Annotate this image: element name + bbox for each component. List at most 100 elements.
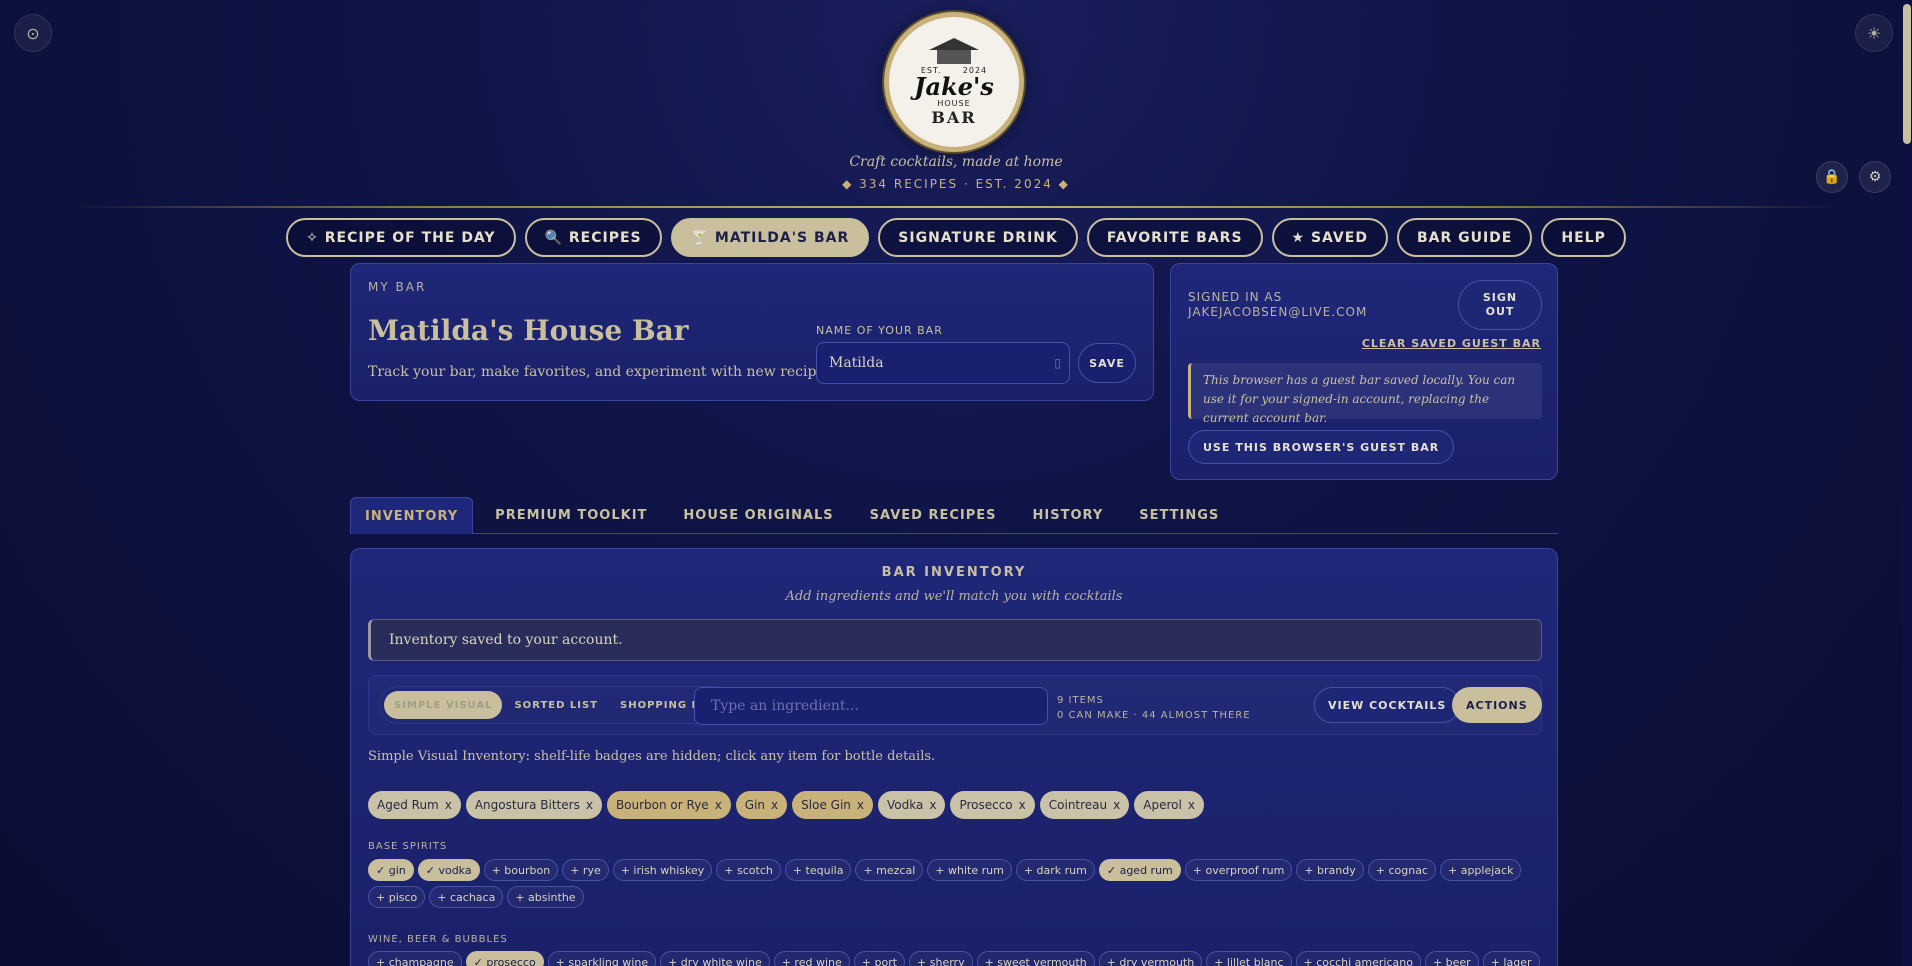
nav-favorite-bars[interactable]: FAVORITE BARS [1086, 218, 1263, 257]
tab-history[interactable]: HISTORY [1019, 497, 1118, 534]
ingredient-pill[interactable]: + port [853, 951, 906, 966]
ingredient-chip[interactable]: Angostura Bitters x [465, 791, 602, 819]
ingredient-pill[interactable]: + sherry [909, 951, 973, 966]
nav-bar-guide[interactable]: BAR GUIDE [1396, 218, 1533, 257]
tab-inventory[interactable]: INVENTORY [350, 497, 474, 534]
ingredient-pill[interactable]: + lager [1482, 951, 1540, 966]
remove-icon[interactable]: x [929, 798, 936, 812]
account-card: SIGNED IN AS JAKEJACOBSEN@LIVE.COM SIGN O… [1170, 263, 1558, 480]
ingredient-pill[interactable]: + tequila [784, 859, 852, 881]
tab-saved-recipes[interactable]: SAVED RECIPES [856, 497, 1011, 534]
remove-icon[interactable]: x [1019, 798, 1026, 812]
guest-bar-note: This browser has a guest bar saved local… [1188, 363, 1542, 425]
ingredient-pill[interactable]: + brandy [1296, 859, 1364, 881]
ingredient-pill[interactable]: + white rum [927, 859, 1012, 881]
nav-recipes[interactable]: 🔍 RECIPES [524, 218, 662, 257]
nav-signature-drink[interactable]: SIGNATURE DRINK [878, 218, 1078, 257]
selected-ingredients: Aged Rum x Angostura Bitters x Bourbon or … [368, 791, 1204, 819]
view-switcher: SIMPLE VISUAL SORTED LIST SHOPPING LIST [379, 686, 735, 724]
remove-icon[interactable]: x [715, 798, 722, 812]
nav-my-bar[interactable]: 🍸 MATILDA'S BAR [670, 218, 870, 257]
ingredient-pill[interactable]: + scotch [716, 859, 781, 881]
logo-name: Jake's [914, 71, 994, 101]
nav-recipe-of-the-day[interactable]: ✧ RECIPE OF THE DAY [286, 218, 516, 257]
bar-logo[interactable]: EST. 2024 Jake's HOUSE BAR [884, 12, 1024, 152]
tab-house-originals[interactable]: HOUSE ORIGINALS [669, 497, 847, 534]
ingredient-pill[interactable]: + rye [562, 859, 609, 881]
save-button[interactable]: SAVE [1078, 343, 1136, 383]
remove-icon[interactable]: x [1113, 798, 1120, 812]
ingredient-chip[interactable]: Aperol x [1134, 791, 1204, 819]
ingredient-pill[interactable]: + lillet blanc [1206, 951, 1292, 966]
ingredient-pill[interactable]: + overproof rum [1184, 859, 1293, 881]
ingredient-pill[interactable]: + red wine [773, 951, 850, 966]
recipe-stats: ◆ 334 RECIPES · EST. 2024 ◆ [842, 177, 1070, 191]
page-scrollbar[interactable] [1902, 0, 1912, 966]
ingredient-input[interactable]: Type an ingredient... [694, 687, 1048, 725]
inventory-toolbar: SIMPLE VISUAL SORTED LIST SHOPPING LIST … [368, 675, 1542, 735]
ingredient-chip[interactable]: Aged Rum x [368, 791, 461, 819]
ingredient-pill[interactable]: ✓ aged rum [1098, 859, 1181, 881]
remove-icon[interactable]: x [857, 798, 864, 812]
tab-settings[interactable]: SETTINGS [1125, 497, 1233, 534]
ingredient-pill[interactable]: + dry vermouth [1098, 951, 1203, 966]
remove-icon[interactable]: x [445, 798, 452, 812]
ingredient-pill[interactable]: + absinthe [507, 886, 584, 908]
ingredient-pill[interactable]: + irish whiskey [612, 859, 713, 881]
circle-dot-icon[interactable]: ⊙ [14, 14, 52, 52]
view-simple-visual[interactable]: SIMPLE VISUAL [384, 691, 503, 719]
wine-beer-list: + champagne ✓ prosecco + sparkling wine + d… [368, 951, 1548, 966]
ingredient-pill[interactable]: + beer [1424, 951, 1479, 966]
inventory-hint: Simple Visual Inventory: shelf-life badg… [368, 749, 936, 764]
remove-icon[interactable]: x [771, 798, 778, 812]
remove-icon[interactable]: x [586, 798, 593, 812]
ingredient-pill[interactable]: + bourbon [483, 859, 559, 881]
inventory-subheading: Add ingredients and we'll match you with… [785, 589, 1123, 604]
view-sorted-list[interactable]: SORTED LIST [504, 691, 608, 719]
section-eyebrow: MY BAR [368, 280, 427, 294]
ingredient-pill[interactable]: + cachaca [429, 886, 504, 908]
sign-out-button[interactable]: SIGN OUT [1458, 280, 1542, 330]
bar-name-label: NAME OF YOUR BAR [816, 324, 943, 337]
ingredient-pill[interactable]: + champagne [368, 951, 462, 966]
ingredient-chip[interactable]: Cointreau x [1039, 791, 1130, 819]
view-cocktails-button[interactable]: VIEW COCKTAILS [1314, 687, 1461, 723]
ingredient-chip[interactable]: Gin x [735, 791, 788, 819]
my-bar-card: MY BAR Matilda's House Bar Track your ba… [350, 263, 1154, 401]
ingredient-pill[interactable]: + pisco [368, 886, 426, 908]
inventory-counts: 9 ITEMS 0 CAN MAKE · 44 ALMOST THERE [1057, 693, 1251, 723]
ingredient-pill[interactable]: + sparkling wine [547, 951, 657, 966]
nav-help[interactable]: HELP [1541, 218, 1626, 257]
ingredient-chip[interactable]: Bourbon or Rye x [606, 791, 731, 819]
ingredient-pill[interactable]: + cocchi americano [1295, 951, 1421, 966]
ingredient-pill[interactable]: ✓ prosecco [465, 951, 544, 966]
bar-description: Track your bar, make favorites, and expe… [368, 364, 837, 380]
ingredient-pill[interactable]: + dark rum [1015, 859, 1095, 881]
ingredient-pill[interactable]: ✓ gin [368, 859, 414, 881]
ingredient-pill[interactable]: + applejack [1439, 859, 1522, 881]
signed-in-info: SIGNED IN AS JAKEJACOBSEN@LIVE.COM [1188, 290, 1368, 319]
ingredient-pill[interactable]: + cognac [1367, 859, 1436, 881]
inventory-heading: BAR INVENTORY [881, 565, 1027, 580]
ingredient-chip[interactable]: Sloe Gin x [792, 791, 873, 819]
account-email: JAKEJACOBSEN@LIVE.COM [1188, 305, 1368, 319]
actions-button[interactable]: ACTIONS [1452, 687, 1542, 723]
clear-guest-bar-link[interactable]: CLEAR SAVED GUEST BAR [1362, 337, 1541, 350]
scrollbar-thumb[interactable] [1903, 4, 1911, 144]
ingredient-pill[interactable]: + sweet vermouth [976, 951, 1095, 966]
header-divider [70, 206, 1842, 208]
tagline: Craft cocktails, made at home [849, 154, 1063, 170]
use-guest-bar-button[interactable]: USE THIS BROWSER'S GUEST BAR [1188, 430, 1455, 464]
ingredient-pill[interactable]: + dry white wine [660, 951, 770, 966]
nav-saved[interactable]: ★ SAVED [1271, 218, 1388, 257]
status-message: Inventory saved to your account. [368, 619, 1542, 661]
sun-icon[interactable]: ☀ [1855, 14, 1893, 52]
bar-name-input[interactable]: Matilda ▯ [816, 342, 1070, 384]
ingredient-pill[interactable]: + mezcal [855, 859, 924, 881]
page-title: Matilda's House Bar [368, 314, 689, 347]
tab-premium-toolkit[interactable]: PREMIUM TOOLKIT [481, 497, 661, 534]
ingredient-pill[interactable]: ✓ vodka [417, 859, 480, 881]
ingredient-chip[interactable]: Prosecco x [950, 791, 1035, 819]
ingredient-chip[interactable]: Vodka x [878, 791, 946, 819]
remove-icon[interactable]: x [1188, 798, 1195, 812]
